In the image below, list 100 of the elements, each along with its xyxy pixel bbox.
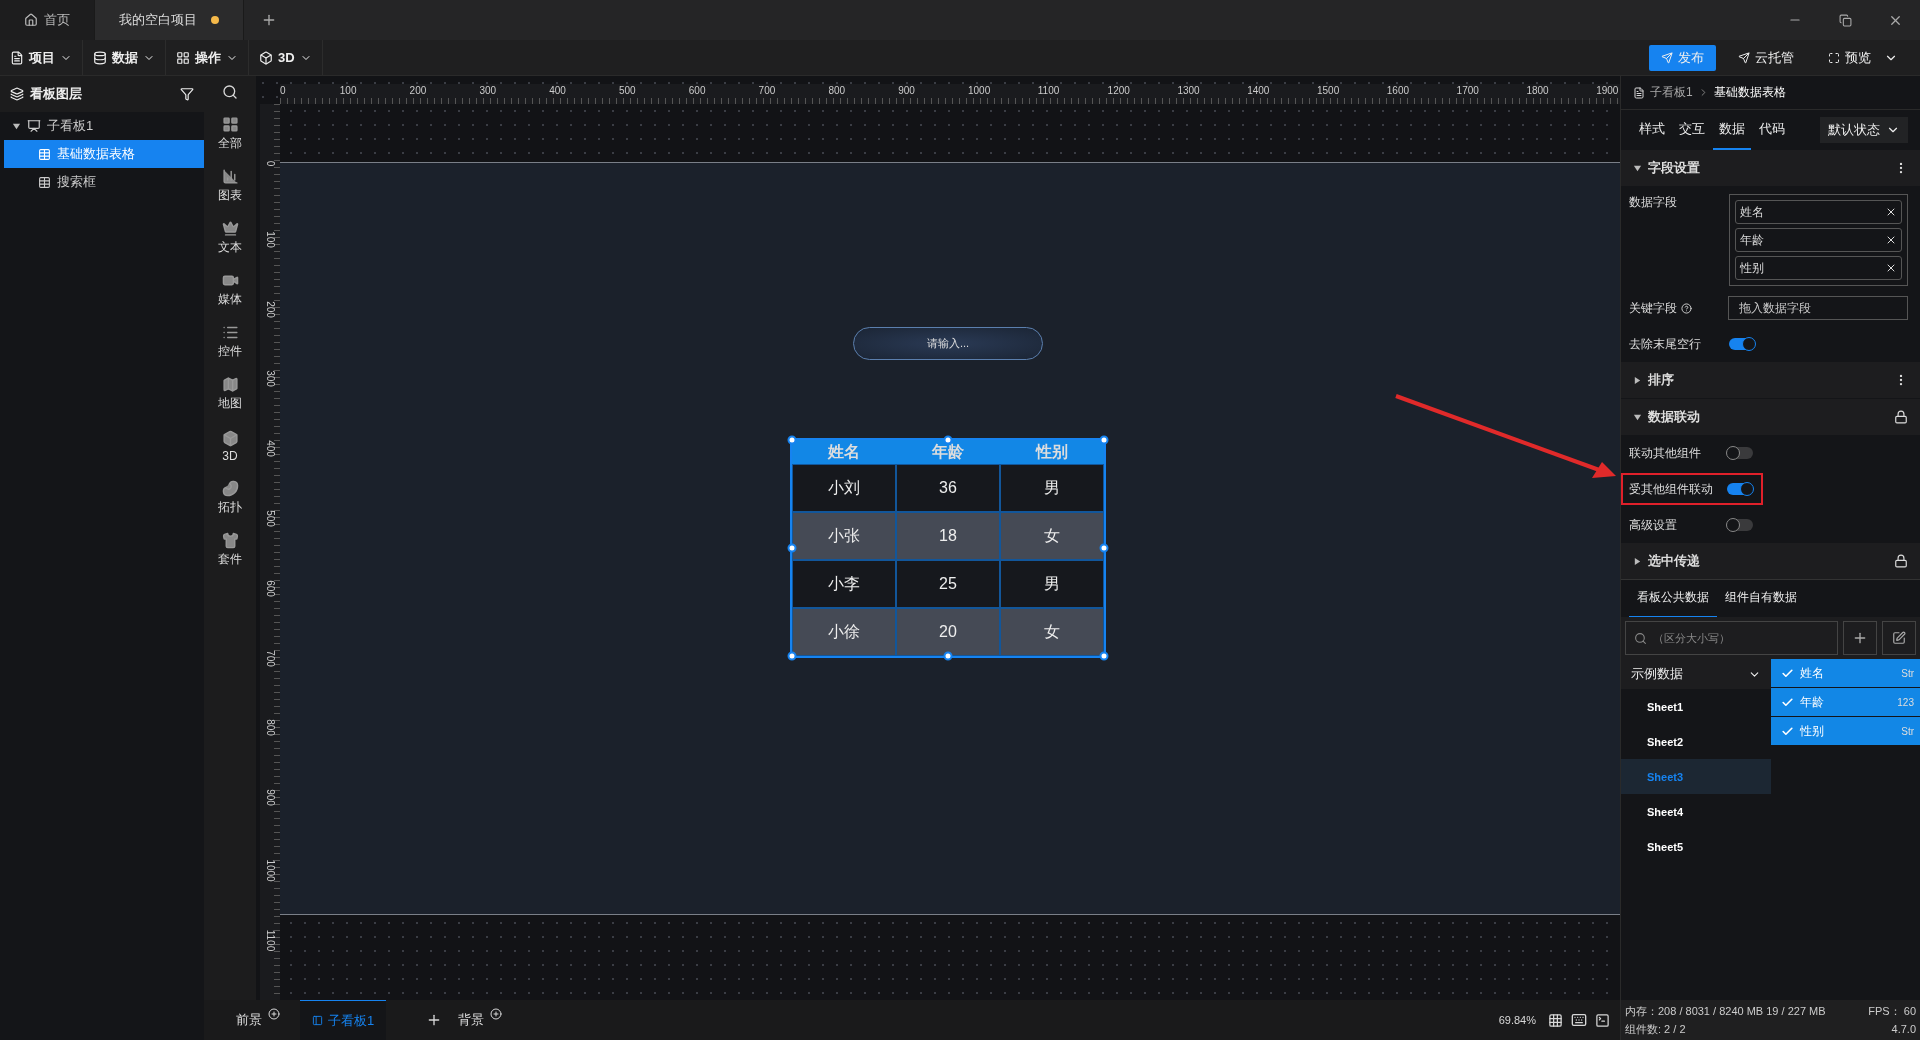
resize-handle[interactable]	[1099, 543, 1109, 553]
remove-icon[interactable]	[1885, 206, 1897, 218]
table-cell: 小张	[792, 512, 896, 560]
add-button[interactable]	[1843, 621, 1877, 655]
field-chip[interactable]: 性别	[1735, 256, 1902, 280]
layer-tab[interactable]: 背景	[446, 1000, 497, 1040]
resize-handle[interactable]	[787, 435, 797, 445]
field-chip[interactable]: 年龄	[1735, 228, 1902, 252]
layer-item[interactable]: 子看板1	[4, 112, 204, 140]
type-tag: Str	[1901, 725, 1914, 737]
add-icon[interactable]	[490, 1008, 503, 1020]
plus-icon[interactable]	[261, 12, 277, 28]
component-category[interactable]: 控件	[218, 316, 242, 368]
table-cell: 小徐	[792, 608, 896, 656]
component-category[interactable]: 图表	[218, 160, 242, 212]
ruler-label: 800	[828, 85, 846, 96]
menu-button[interactable]: 项目	[0, 40, 83, 75]
data-tab[interactable]: 组件自有数据	[1717, 579, 1805, 618]
toggle-switch[interactable]	[1729, 338, 1755, 350]
toggle-switch[interactable]	[1727, 447, 1753, 459]
inspector-tab[interactable]: 样式	[1633, 110, 1671, 150]
state-dropdown[interactable]: 默认状态	[1820, 117, 1908, 143]
ruler-label: 300	[264, 369, 276, 390]
category-icon	[221, 532, 239, 549]
action-button[interactable]: 云托管	[1726, 44, 1806, 71]
table-cell: 女	[1000, 512, 1104, 560]
title-tab[interactable]: 首页	[0, 0, 95, 40]
ruler-label: 1600	[1386, 85, 1410, 96]
dataset-dropdown[interactable]: 示例数据	[1621, 659, 1771, 689]
field-label: 高级设置	[1629, 516, 1678, 534]
ruler-label: 100	[339, 85, 357, 96]
table-cell: 小李	[792, 560, 896, 608]
column-header: 姓名	[792, 440, 896, 464]
sheet-item[interactable]: Sheet5	[1621, 829, 1771, 864]
menu-button[interactable]: 3D	[249, 40, 323, 75]
component-category[interactable]: 媒体	[218, 264, 242, 316]
document-icon	[1633, 86, 1645, 99]
caret-icon[interactable]	[12, 121, 21, 131]
ruler-label: 700	[758, 85, 776, 96]
resize-handle[interactable]	[1099, 435, 1109, 445]
section-header[interactable]: 字段设置	[1621, 150, 1920, 186]
field-item[interactable]: 性别 Str	[1771, 717, 1920, 745]
layer-tab[interactable]: 前景	[224, 1000, 274, 1040]
sheet-item[interactable]: Sheet2	[1621, 724, 1771, 759]
inspector-tab[interactable]: 交互	[1673, 110, 1711, 150]
remove-icon[interactable]	[1885, 234, 1897, 246]
search-icon[interactable]	[222, 84, 238, 100]
fields-box[interactable]: 姓名 年龄 性别	[1729, 194, 1908, 286]
resize-handle[interactable]	[1099, 651, 1109, 661]
breadcrumb-item[interactable]: 子看板1	[1650, 84, 1693, 101]
ruler-label: 1100	[264, 928, 276, 954]
layer-item[interactable]: 基础数据表格	[4, 140, 204, 168]
edit-button[interactable]	[1882, 621, 1916, 655]
search-field[interactable]: （区分大小写）	[1625, 621, 1838, 655]
resize-handle[interactable]	[787, 543, 797, 553]
field-item[interactable]: 年龄 123	[1771, 688, 1920, 716]
keyboard-icon[interactable]	[1571, 1012, 1587, 1028]
layer-item[interactable]: 搜索框	[4, 168, 204, 196]
action-button[interactable]: 预览	[1816, 44, 1910, 71]
section-title: 字段设置	[1648, 159, 1700, 177]
toggle-switch[interactable]	[1727, 483, 1753, 495]
sheet-item[interactable]: Sheet1	[1621, 689, 1771, 724]
filter-icon[interactable]	[180, 87, 194, 101]
field-chip[interactable]: 姓名	[1735, 200, 1902, 224]
key-field-input[interactable]: 拖入数据字段	[1728, 296, 1908, 320]
ruler-label: 0	[264, 159, 276, 169]
inspector-tab[interactable]: 代码	[1753, 110, 1791, 150]
section-header[interactable]: 排序	[1621, 362, 1920, 398]
component-category[interactable]: 文本	[218, 212, 242, 264]
field-item[interactable]: 姓名 Str	[1771, 659, 1920, 687]
component-category[interactable]: 全部	[218, 108, 242, 160]
section-header[interactable]: 选中传递	[1621, 543, 1920, 579]
help-icon[interactable]	[1681, 302, 1692, 314]
title-tab[interactable]: 我的空白项目	[95, 0, 244, 40]
sheet-item[interactable]: Sheet4	[1621, 794, 1771, 829]
ruler-label: 600	[688, 85, 706, 96]
toggle-switch[interactable]	[1727, 519, 1753, 531]
layer-tab[interactable]: 子看板1	[300, 1000, 387, 1040]
resize-handle[interactable]	[943, 435, 953, 445]
menu-button[interactable]: 操作	[166, 40, 249, 75]
lock-icon[interactable]	[1894, 554, 1908, 568]
layers-icon	[10, 87, 24, 101]
resize-handle[interactable]	[787, 651, 797, 661]
ruler-label: 300	[479, 85, 497, 96]
terminal-icon[interactable]	[1595, 1012, 1610, 1028]
menu-button[interactable]: 数据	[83, 40, 166, 75]
component-category[interactable]: 地图	[218, 368, 242, 420]
resize-handle[interactable]	[943, 651, 953, 661]
section-header[interactable]: 数据联动	[1621, 399, 1920, 435]
component-category[interactable]: 拓扑	[218, 472, 242, 524]
data-table[interactable]: 姓名 年龄 性别 小刘 36 男 小张 18 女 小李 25 男 小徐 20 女	[790, 438, 1106, 658]
lock-icon[interactable]	[1894, 410, 1908, 424]
component-category[interactable]: 套件	[218, 524, 242, 576]
search-input[interactable]: 请输入...	[853, 327, 1043, 360]
component-category[interactable]: 3D	[221, 420, 239, 472]
restore-icon[interactable]	[1838, 13, 1852, 27]
add-icon[interactable]	[268, 1008, 280, 1020]
sheet-item[interactable]: Sheet3	[1621, 759, 1771, 794]
field-label: 关键字段	[1629, 299, 1677, 317]
remove-icon[interactable]	[1885, 262, 1897, 274]
